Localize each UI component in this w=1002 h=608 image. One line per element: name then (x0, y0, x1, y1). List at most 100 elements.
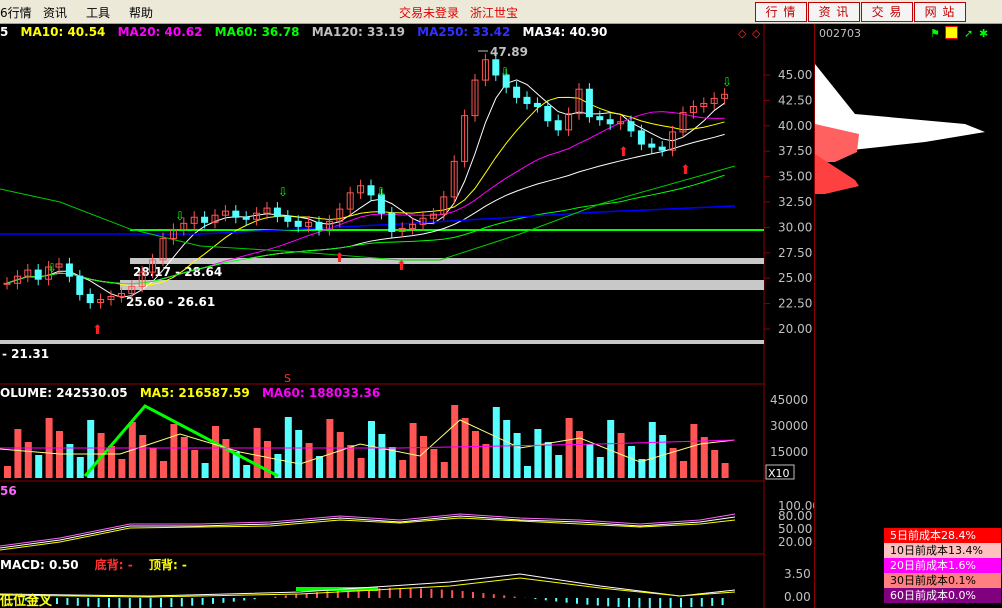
menu-item-news[interactable]: 资讯 (43, 4, 67, 21)
volume-bar (659, 435, 667, 478)
price-tick-label: 37.50 (778, 144, 812, 158)
kline-chart[interactable]: ◇ ◇ 28.17 - 28.64 25.60 - 26.61 - 21.31 … (0, 24, 814, 608)
candle-body (492, 59, 500, 76)
support-band-3 (0, 340, 764, 344)
macd-bar (253, 598, 256, 600)
volume-value: OLUME: 242530.05 (0, 386, 128, 400)
macd-bar (118, 598, 121, 608)
website-button[interactable]: 网 站 (914, 2, 966, 22)
macd-tick-label: 3.50 (784, 567, 811, 581)
trade-button[interactable]: 交 易 (861, 2, 913, 22)
macd-bar (503, 595, 506, 598)
buy-signal-icon: ⬆ (618, 145, 629, 160)
volume-bar (295, 430, 303, 478)
macd-bar (430, 588, 433, 598)
band-label-3: - 21.31 (2, 347, 49, 361)
volume-bar (420, 436, 427, 478)
candle-body (242, 216, 250, 220)
volume-bar (368, 421, 375, 478)
ma5-line (6, 79, 725, 298)
volume-bar (4, 466, 11, 478)
volume-bar (357, 458, 365, 478)
ma120-line (0, 165, 736, 261)
candle-body (596, 116, 604, 121)
cost-legend-row: 20日前成本1.6% (884, 558, 1001, 573)
bottom-divergence: 底背: - (94, 558, 133, 572)
candle-body (585, 88, 593, 118)
macd-bar (76, 598, 79, 606)
volume-bar (336, 432, 344, 478)
macd-bar (212, 598, 214, 604)
sell-signal-icon: ⇩ (278, 185, 288, 199)
volume-bar (596, 457, 604, 478)
candle-body (367, 185, 375, 196)
macd-bar (690, 598, 693, 608)
volume-bar (212, 426, 219, 478)
candle-body (232, 210, 240, 218)
candle-body (606, 119, 614, 125)
chip-mode-icon[interactable] (945, 26, 958, 39)
ma20-line (6, 111, 725, 285)
volume-bar (170, 424, 178, 478)
indicator-value: 56 (0, 484, 17, 498)
macd-bar (711, 598, 714, 606)
macd-bar (243, 598, 246, 601)
volume-bar (378, 434, 386, 478)
macd-header: MACD: 0.50 底背: - 顶背: - (0, 556, 199, 573)
diamond-icon: ◇ (738, 27, 747, 40)
price-tick-label: 22.50 (778, 297, 812, 311)
settings-icon[interactable]: ✱ (979, 27, 988, 40)
volume-bar (440, 462, 448, 478)
macd-bar (700, 598, 703, 607)
volume-bar (492, 407, 500, 478)
volume-bar (76, 457, 84, 478)
volume-bar (14, 429, 22, 478)
menu-item-help[interactable]: 帮助 (129, 4, 153, 21)
macd-bar (420, 588, 422, 598)
macd-bar (544, 598, 547, 601)
candle-body (523, 96, 531, 104)
macd-bar (680, 598, 682, 608)
support-band-2 (120, 280, 764, 290)
quotes-button[interactable]: 行 情 (755, 2, 807, 22)
volume-tick-label: 30000 (770, 419, 808, 433)
chip-icon[interactable]: ⚑ (930, 27, 940, 40)
menu-item-tools[interactable]: 工具 (86, 4, 110, 21)
candle-body (637, 130, 645, 145)
buy-signal-icon: ⬆ (334, 251, 345, 266)
sell-signal-icon: ⇩ (175, 209, 185, 223)
menu-bar: 6行情 资讯 工具 帮助 交易未登录 浙江世宝 行 情 资 讯 交 易 网 站 (0, 0, 1002, 24)
volume-bar (690, 424, 698, 478)
broker-name: 浙江世宝 (470, 6, 519, 20)
macd-bar (66, 598, 69, 605)
macd-bar (108, 598, 110, 608)
volume-bar (555, 455, 563, 478)
macd-bar (87, 598, 90, 607)
candle-body (315, 221, 323, 230)
candle-body (34, 269, 42, 280)
volume-ma5: MA5: 216587.59 (139, 386, 250, 400)
candle-body (294, 220, 302, 227)
volume-bar (222, 439, 230, 478)
macd-bar (555, 598, 558, 602)
sell-signal-icon: ⇩ (500, 65, 510, 79)
candle-body (284, 215, 292, 222)
macd-bar (56, 598, 58, 604)
volume-bar (628, 446, 635, 478)
volume-bar (482, 444, 490, 478)
volume-bar (565, 418, 573, 478)
macd-bar (513, 596, 516, 598)
macd-bar (128, 598, 131, 608)
candle-body (273, 207, 281, 217)
sell-signal-icon: ⇩ (376, 185, 386, 199)
volume-bar (680, 461, 687, 478)
menu-item-quotes[interactable]: 6行情 (0, 4, 32, 21)
candle-body (648, 143, 656, 148)
news-button[interactable]: 资 讯 (808, 2, 860, 22)
candle-body (544, 105, 552, 122)
volume-bar (399, 460, 407, 478)
volume-header: OLUME: 242530.05 MA5: 216587.59 MA60: 18… (0, 386, 380, 400)
volume-bar (472, 431, 479, 478)
macd-value: MACD: 0.50 (0, 558, 79, 572)
arrow-icon[interactable]: ➚ (964, 27, 973, 40)
